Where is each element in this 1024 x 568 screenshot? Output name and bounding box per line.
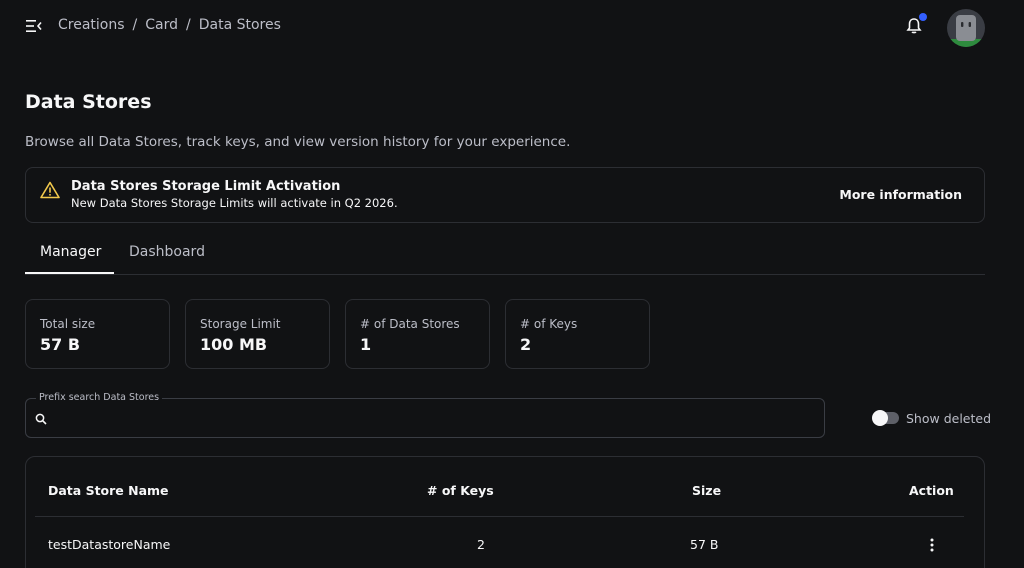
page-description: Browse all Data Stores, track keys, and … bbox=[25, 134, 571, 150]
more-information-button[interactable]: More information bbox=[839, 187, 962, 202]
banner-title: Data Stores Storage Limit Activation bbox=[71, 179, 341, 194]
storage-limit-banner: Data Stores Storage Limit Activation New… bbox=[25, 167, 985, 223]
breadcrumb-separator: / bbox=[132, 17, 138, 33]
toggle-knob bbox=[872, 410, 888, 426]
stat-label: Storage Limit bbox=[200, 317, 281, 331]
search-icon bbox=[35, 413, 47, 425]
stat-value: 1 bbox=[360, 335, 372, 354]
header-divider bbox=[35, 516, 964, 517]
data-store-name-link[interactable]: testDatastoreName bbox=[48, 537, 170, 552]
stat-card-storage-limit: Storage Limit 100 MB bbox=[185, 299, 330, 369]
tab-dashboard[interactable]: Dashboard bbox=[129, 244, 205, 260]
avatar[interactable] bbox=[947, 9, 985, 47]
column-header-name[interactable]: Data Store Name bbox=[48, 483, 169, 498]
column-header-size[interactable]: Size bbox=[692, 483, 721, 498]
search-label: Prefix search Data Stores bbox=[36, 392, 163, 403]
stat-card-data-store-count: # of Data Stores 1 bbox=[345, 299, 490, 369]
breadcrumb-data-stores: Data Stores bbox=[198, 17, 281, 33]
stat-label: # of Keys bbox=[520, 317, 578, 331]
breadcrumb-separator: / bbox=[186, 17, 191, 33]
row-key-count: 2 bbox=[477, 537, 485, 552]
show-deleted-toggle[interactable] bbox=[872, 410, 899, 426]
tabs: Manager Dashboard bbox=[25, 232, 985, 275]
page-title: Data Stores bbox=[25, 91, 152, 113]
stat-value: 57 B bbox=[40, 335, 81, 354]
stat-card-total-size: Total size 57 B bbox=[25, 299, 170, 369]
breadcrumb-creations[interactable]: Creations bbox=[58, 17, 125, 33]
active-tab-indicator bbox=[25, 272, 114, 274]
banner-message: New Data Stores Storage Limits will acti… bbox=[71, 196, 398, 210]
prefix-search-field[interactable]: Prefix search Data Stores bbox=[25, 392, 825, 438]
column-header-keys[interactable]: # of Keys bbox=[427, 483, 494, 498]
more-actions-icon[interactable] bbox=[924, 537, 940, 553]
notification-dot bbox=[919, 13, 927, 21]
stat-value: 2 bbox=[520, 335, 532, 354]
tab-manager[interactable]: Manager bbox=[40, 244, 101, 260]
breadcrumb: Creations / Card / Data Stores bbox=[58, 17, 281, 33]
breadcrumb-card[interactable]: Card bbox=[145, 17, 178, 33]
column-header-action: Action bbox=[909, 483, 954, 498]
stat-value: 100 MB bbox=[200, 335, 268, 354]
stat-card-key-count: # of Keys 2 bbox=[505, 299, 650, 369]
data-stores-table: Data Store Name # of Keys Size Action te… bbox=[25, 456, 985, 568]
search-input[interactable] bbox=[54, 407, 814, 431]
menu-collapse-icon[interactable] bbox=[26, 19, 42, 33]
show-deleted-label: Show deleted bbox=[906, 411, 992, 426]
stat-label: Total size bbox=[40, 317, 96, 331]
warning-icon bbox=[40, 181, 60, 199]
stat-label: # of Data Stores bbox=[360, 317, 460, 331]
row-size: 57 B bbox=[690, 537, 719, 552]
top-bar: Creations / Card / Data Stores bbox=[0, 0, 1024, 54]
